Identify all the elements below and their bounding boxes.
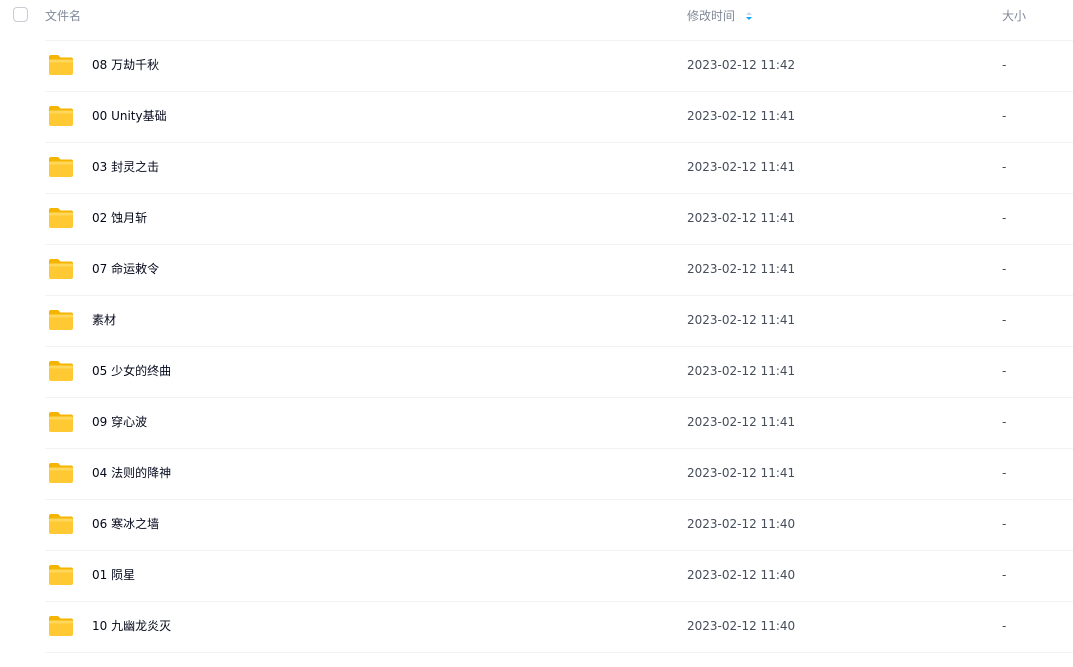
file-modified-time: 2023-02-12 11:41 bbox=[687, 262, 796, 276]
folder-icon bbox=[49, 565, 73, 585]
file-row[interactable]: 05 少女的终曲 2023-02-12 11:41 - bbox=[45, 347, 1073, 398]
file-modified-time: 2023-02-12 11:41 bbox=[687, 160, 796, 174]
list-header: 文件名 修改时间 大小 bbox=[0, 0, 1073, 31]
file-modified-time: 2023-02-12 11:41 bbox=[687, 364, 796, 378]
file-size: - bbox=[1002, 58, 1007, 72]
file-size: - bbox=[1002, 364, 1007, 378]
file-modified-time: 2023-02-12 11:41 bbox=[687, 466, 796, 480]
file-modified-time: 2023-02-12 11:40 bbox=[687, 619, 796, 633]
file-size: - bbox=[1002, 619, 1007, 633]
file-name[interactable]: 09 穿心波 bbox=[92, 414, 147, 430]
file-size: - bbox=[1002, 109, 1007, 123]
file-row[interactable]: 02 蚀月斩 2023-02-12 11:41 - bbox=[45, 194, 1073, 245]
folder-icon bbox=[49, 106, 73, 126]
file-row[interactable]: 06 寒冰之墙 2023-02-12 11:40 - bbox=[45, 500, 1073, 551]
file-modified-time: 2023-02-12 11:41 bbox=[687, 313, 796, 327]
file-modified-time: 2023-02-12 11:40 bbox=[687, 568, 796, 582]
file-size: - bbox=[1002, 568, 1007, 582]
file-name[interactable]: 00 Unity基础 bbox=[92, 108, 167, 124]
file-size: - bbox=[1002, 262, 1007, 276]
sort-desc-icon[interactable] bbox=[745, 10, 753, 22]
folder-icon bbox=[49, 310, 73, 330]
file-modified-time: 2023-02-12 11:41 bbox=[687, 415, 796, 429]
column-header-filename[interactable]: 文件名 bbox=[45, 8, 81, 24]
file-row[interactable]: 07 命运敕令 2023-02-12 11:41 - bbox=[45, 245, 1073, 296]
file-row[interactable]: 08 万劫千秋 2023-02-12 11:42 - bbox=[45, 41, 1073, 92]
file-row[interactable]: 10 九幽龙炎灭 2023-02-12 11:40 - bbox=[45, 602, 1073, 653]
file-size: - bbox=[1002, 160, 1007, 174]
file-row[interactable]: 00 Unity基础 2023-02-12 11:41 - bbox=[45, 92, 1073, 143]
file-list: 08 万劫千秋 2023-02-12 11:42 - 00 Unity基础 2023-0… bbox=[0, 41, 1073, 653]
file-size: - bbox=[1002, 211, 1007, 225]
file-name[interactable]: 02 蚀月斩 bbox=[92, 210, 147, 226]
folder-icon bbox=[49, 259, 73, 279]
file-size: - bbox=[1002, 415, 1007, 429]
file-size: - bbox=[1002, 466, 1007, 480]
file-name[interactable]: 素材 bbox=[92, 312, 116, 328]
file-name[interactable]: 04 法则的降神 bbox=[92, 465, 171, 481]
file-row[interactable]: 04 法则的降神 2023-02-12 11:41 - bbox=[45, 449, 1073, 500]
column-header-size[interactable]: 大小 bbox=[1002, 8, 1026, 24]
file-name[interactable]: 05 少女的终曲 bbox=[92, 363, 171, 379]
folder-icon bbox=[49, 361, 73, 381]
file-name[interactable]: 06 寒冰之墙 bbox=[92, 516, 159, 532]
folder-icon bbox=[49, 412, 73, 432]
file-row[interactable]: 01 陨星 2023-02-12 11:40 - bbox=[45, 551, 1073, 602]
file-size: - bbox=[1002, 517, 1007, 531]
folder-icon bbox=[49, 616, 73, 636]
folder-icon bbox=[49, 55, 73, 75]
file-row[interactable]: 素材 2023-02-12 11:41 - bbox=[45, 296, 1073, 347]
folder-icon bbox=[49, 463, 73, 483]
folder-icon bbox=[49, 514, 73, 534]
column-header-modified-time[interactable]: 修改时间 bbox=[687, 8, 735, 24]
file-size: - bbox=[1002, 313, 1007, 327]
file-modified-time: 2023-02-12 11:41 bbox=[687, 211, 796, 225]
file-modified-time: 2023-02-12 11:42 bbox=[687, 58, 796, 72]
file-row[interactable]: 03 封灵之击 2023-02-12 11:41 - bbox=[45, 143, 1073, 194]
file-name[interactable]: 01 陨星 bbox=[92, 567, 135, 583]
folder-icon bbox=[49, 157, 73, 177]
file-name[interactable]: 08 万劫千秋 bbox=[92, 57, 159, 73]
file-modified-time: 2023-02-12 11:40 bbox=[687, 517, 796, 531]
select-all-checkbox[interactable] bbox=[13, 7, 28, 22]
file-name[interactable]: 10 九幽龙炎灭 bbox=[92, 618, 171, 634]
folder-icon bbox=[49, 208, 73, 228]
file-name[interactable]: 03 封灵之击 bbox=[92, 159, 159, 175]
file-row[interactable]: 09 穿心波 2023-02-12 11:41 - bbox=[45, 398, 1073, 449]
file-name[interactable]: 07 命运敕令 bbox=[92, 261, 159, 277]
file-modified-time: 2023-02-12 11:41 bbox=[687, 109, 796, 123]
